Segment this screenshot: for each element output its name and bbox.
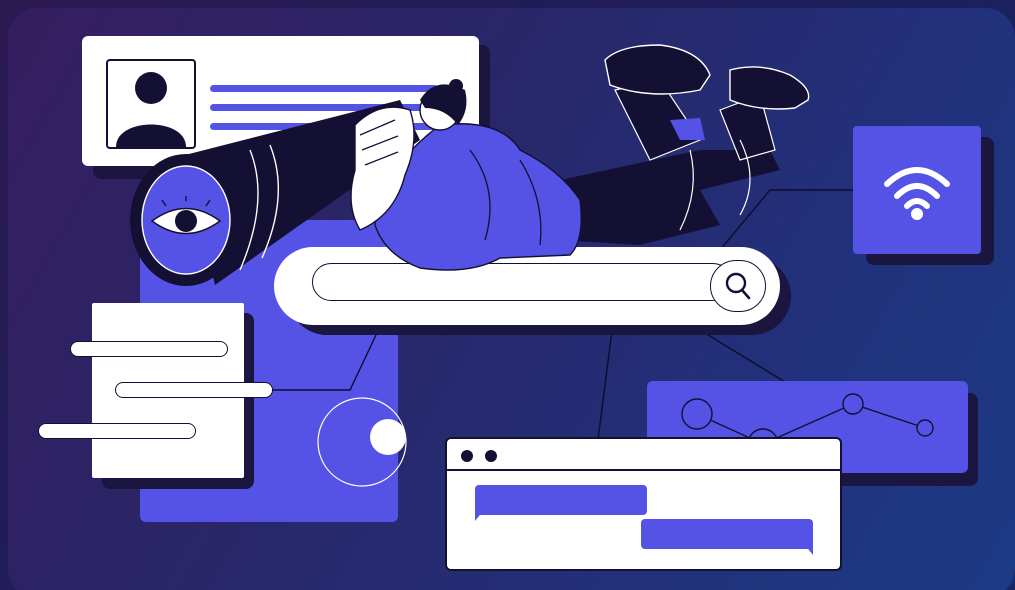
illustration-scene <box>0 0 1015 590</box>
character-body <box>350 79 582 271</box>
